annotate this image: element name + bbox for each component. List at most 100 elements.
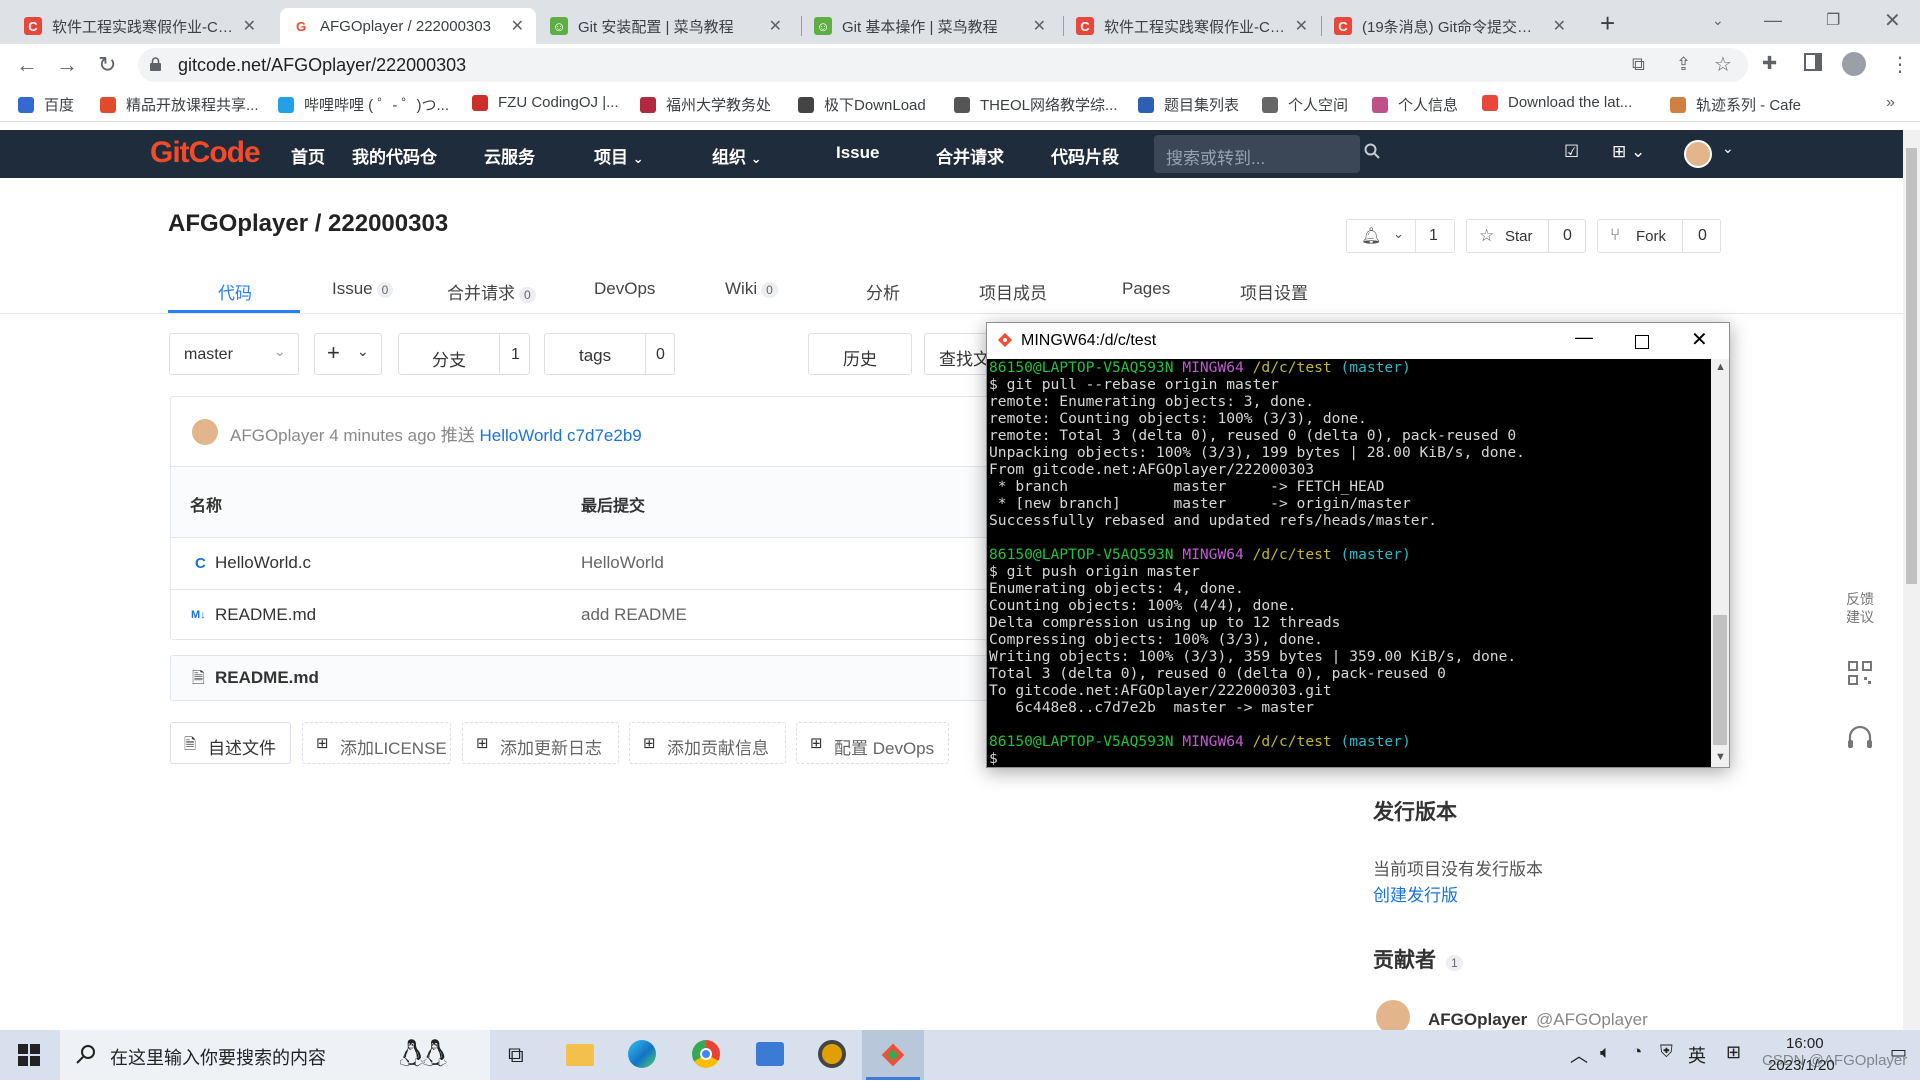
forward-icon[interactable]: →: [56, 52, 78, 78]
nav-projects[interactable]: 项目 ⌄: [594, 143, 644, 168]
close-tab-icon[interactable]: ✕: [1553, 16, 1566, 36]
extensions-icon[interactable]: ✚: [1762, 53, 1777, 74]
terminal-window[interactable]: MINGW64:/d/c/test — ✕ 86150@LAPTOP-V5AQ5…: [986, 322, 1730, 768]
scroll-up-icon[interactable]: ▲: [1715, 361, 1726, 373]
browser-tab[interactable]: ☺ Git 基本操作 | 菜鸟教程 ✕: [802, 8, 1058, 44]
page-scrollbar-thumb[interactable]: [1906, 148, 1917, 584]
browser-tab[interactable]: C (19条消息) Git命令提交本地 ✕: [1322, 8, 1578, 44]
bookmark-item[interactable]: 哔哩哔哩 ( ゜- ゜)つ...: [278, 94, 449, 115]
bookmark-item[interactable]: 精品开放课程共享...: [100, 94, 259, 115]
add-menu-button[interactable]: + ⌄: [314, 333, 382, 375]
close-tab-icon[interactable]: ✕: [1033, 16, 1046, 36]
close-tab-icon[interactable]: ✕: [1295, 16, 1308, 36]
translate-icon[interactable]: ⧉: [1632, 54, 1645, 75]
restore-window-icon[interactable]: ❐: [1826, 10, 1840, 30]
nav-issue[interactable]: Issue: [836, 143, 879, 163]
new-tab-button[interactable]: +: [1600, 8, 1615, 39]
file-commit[interactable]: add README: [581, 605, 687, 625]
tab-issue[interactable]: Issue 0: [332, 279, 394, 299]
windows-start-icon[interactable]: [18, 1044, 40, 1071]
menu-icon[interactable]: ⋮: [1890, 52, 1910, 77]
tab-analytics[interactable]: 分析: [866, 279, 900, 304]
nav-home[interactable]: 首页: [291, 143, 325, 168]
contributor-avatar[interactable]: [1376, 1000, 1410, 1034]
tab-merge-requests[interactable]: 合并请求 0: [447, 279, 536, 304]
browser-tab[interactable]: C 软件工程实践寒假作业-CSD ✕: [12, 8, 268, 44]
url-text[interactable]: gitcode.net/AFGOplayer/222000303: [178, 55, 466, 76]
pinned-app-icon[interactable]: [756, 1042, 784, 1066]
close-window-icon[interactable]: ✕: [1884, 8, 1901, 33]
contributor-name[interactable]: AFGOplayer: [1428, 1010, 1527, 1030]
close-tab-icon[interactable]: ✕: [511, 16, 524, 36]
terminal-output[interactable]: 86150@LAPTOP-V5AQ593N MINGW64 /d/c/test …: [987, 359, 1711, 767]
bookmark-item[interactable]: 百度: [18, 94, 74, 115]
nav-my-repos[interactable]: 我的代码仓: [352, 143, 437, 168]
branch-select[interactable]: master ⌄: [169, 333, 299, 375]
terminal-minimize-icon[interactable]: —: [1575, 327, 1593, 348]
bookmark-item[interactable]: 个人信息: [1372, 94, 1458, 115]
readme-title[interactable]: README.md: [215, 668, 319, 688]
bookmark-item[interactable]: Download the lat...: [1482, 94, 1632, 111]
history-button[interactable]: 历史: [808, 333, 912, 375]
bookmark-item[interactable]: 个人空间: [1262, 94, 1348, 115]
close-tab-icon[interactable]: ✕: [243, 16, 256, 36]
terminal-scrollbar-thumb[interactable]: [1713, 615, 1727, 745]
task-view-icon[interactable]: ⧉: [508, 1042, 524, 1068]
nav-merge-requests[interactable]: 合并请求: [936, 143, 1004, 168]
profile-avatar[interactable]: [1842, 52, 1866, 76]
back-icon[interactable]: ←: [16, 52, 38, 78]
nav-cloud[interactable]: 云服务: [484, 143, 535, 168]
close-tab-icon[interactable]: ✕: [769, 16, 782, 36]
notification-icon[interactable]: ▭: [1890, 1042, 1907, 1063]
terminal-close-icon[interactable]: ✕: [1691, 327, 1708, 352]
media-player-icon[interactable]: [818, 1040, 846, 1068]
todo-icon[interactable]: ☑: [1564, 142, 1579, 162]
security-shield-icon[interactable]: ⛨: [1660, 1042, 1673, 1062]
fork-button[interactable]: ⑂ Fork 0: [1597, 219, 1721, 253]
side-panel-icon[interactable]: [1804, 53, 1822, 71]
configure-devops-action[interactable]: ⊞ 配置 DevOps: [796, 722, 949, 764]
browser-tab[interactable]: G AFGOplayer / 222000303 ✕: [280, 8, 536, 44]
nav-orgs[interactable]: 组织 ⌄: [712, 143, 762, 168]
readme-action[interactable]: 🗎 自述文件: [170, 722, 291, 764]
create-new-icon[interactable]: ⊞ ⌄: [1612, 142, 1645, 162]
search-icon[interactable]: [1364, 143, 1380, 164]
feedback-button[interactable]: 反馈 建议: [1836, 584, 1884, 640]
user-avatar[interactable]: [1684, 140, 1712, 168]
create-release-link[interactable]: 创建发行版: [1373, 881, 1458, 906]
tags-button[interactable]: tags 0: [544, 333, 675, 375]
file-name[interactable]: README.md: [215, 605, 316, 625]
file-explorer-icon[interactable]: [566, 1044, 594, 1066]
repo-title[interactable]: AFGOplayer / 222000303: [168, 210, 448, 238]
bookmark-item[interactable]: 轨迹系列 - Cafe: [1670, 94, 1801, 115]
nav-snippets[interactable]: 代码片段: [1051, 143, 1119, 168]
tab-code[interactable]: 代码: [218, 279, 252, 304]
commit-message[interactable]: HelloWorld: [479, 426, 562, 445]
scroll-down-icon[interactable]: ▼: [1715, 751, 1726, 763]
ime-indicator[interactable]: 英: [1688, 1042, 1706, 1068]
gitcode-logo[interactable]: GitCode: [150, 136, 261, 170]
tab-wiki[interactable]: Wiki 0: [725, 279, 778, 299]
bookmark-item[interactable]: 福州大学教务处: [640, 94, 771, 115]
tab-pages[interactable]: Pages: [1122, 279, 1170, 299]
tab-search-icon[interactable]: ⌄: [1712, 12, 1724, 29]
contributor-handle[interactable]: @AFGOplayer: [1536, 1010, 1648, 1030]
browser-tab[interactable]: C 软件工程实践寒假作业-CSD ✕: [1064, 8, 1320, 44]
add-contributing-action[interactable]: ⊞ 添加贡献信息: [629, 722, 786, 764]
commit-user[interactable]: AFGOplayer: [230, 426, 324, 445]
file-commit[interactable]: HelloWorld: [581, 553, 664, 573]
bookmark-item[interactable]: THEOL网络教学综...: [954, 94, 1118, 115]
bookmark-item[interactable]: FZU CodingOJ |...: [472, 94, 619, 111]
minimize-window-icon[interactable]: —: [1764, 10, 1782, 31]
watch-button[interactable]: 🔔︎ ⌄ 1: [1346, 219, 1455, 253]
bookmark-item[interactable]: 极下DownLoad: [798, 94, 926, 115]
file-name[interactable]: HelloWorld.c: [215, 553, 311, 573]
tab-settings[interactable]: 项目设置: [1240, 279, 1308, 304]
browser-tab[interactable]: ☺ Git 安装配置 | 菜鸟教程 ✕: [538, 8, 794, 44]
share-icon[interactable]: ⇪: [1676, 54, 1691, 75]
clock-time[interactable]: 16:00: [1786, 1035, 1824, 1052]
terminal-maximize-icon[interactable]: [1635, 335, 1649, 349]
add-license-action[interactable]: ⊞ 添加LICENSE: [302, 722, 451, 764]
tray-chevron-up-icon[interactable]: ︿: [1570, 1042, 1588, 1068]
tab-members[interactable]: 项目成员: [979, 279, 1047, 304]
